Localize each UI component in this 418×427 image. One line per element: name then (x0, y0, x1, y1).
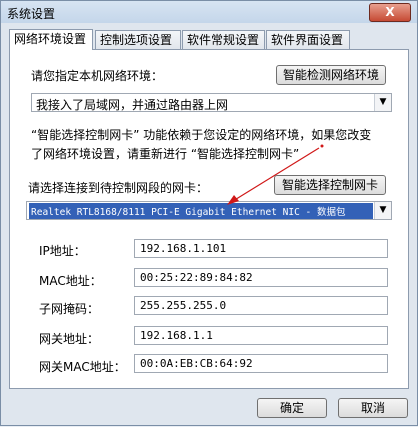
env-prompt-label: 请您指定本机网络环境： (31, 69, 164, 83)
chevron-down-icon[interactable]: ▼ (374, 94, 391, 111)
nic-value: Realtek RTL8168/8111 PCI-E Gigabit Ether… (29, 203, 373, 219)
auto-detect-button[interactable]: 智能检测网络环境 (276, 65, 386, 85)
smart-nic-button[interactable]: 智能选择控制网卡 (274, 175, 386, 195)
ok-button[interactable]: 确定 (257, 398, 327, 418)
network-env-select[interactable]: 我接入了局域网，并通过路由器上网 ▼ (31, 93, 392, 112)
gateway-label: 网关地址： (39, 332, 100, 346)
ip-label: IP地址： (39, 244, 86, 258)
nic-prompt-label: 请选择连接到待控制网段的网卡： (28, 181, 209, 195)
mac-label: MAC地址： (39, 274, 102, 288)
network-env-value: 我接入了局域网，并通过路由器上网 (36, 98, 229, 112)
title-bar[interactable]: 系统设置 X (1, 1, 417, 23)
nic-select[interactable]: Realtek RTL8168/8111 PCI-E Gigabit Ether… (26, 201, 392, 220)
tab-interface-settings[interactable]: 软件界面设置 (266, 30, 350, 49)
ip-field[interactable]: 192.168.1.101 (134, 239, 388, 258)
gateway-mac-field[interactable]: 00:0A:EB:CB:64:92 (134, 354, 388, 373)
gateway-mac-label: 网关MAC地址： (39, 360, 126, 374)
tab-general-settings[interactable]: 软件常规设置 (182, 30, 265, 49)
subnet-mask-field[interactable]: 255.255.255.0 (134, 296, 388, 315)
cancel-button[interactable]: 取消 (338, 398, 408, 418)
note-line-2: 了网络环境设置，请重新进行 “智能选择控制网卡” (31, 147, 300, 161)
settings-dialog: 系统设置 X 网络环境设置 控制选项设置 软件常规设置 软件界面设置 请您指定本… (0, 0, 418, 426)
close-button[interactable]: X (369, 3, 411, 22)
tab-control-options[interactable]: 控制选项设置 (95, 30, 181, 49)
mac-field[interactable]: 00:25:22:89:84:82 (134, 268, 388, 287)
network-settings-panel: 请您指定本机网络环境： 智能检测网络环境 我接入了局域网，并通过路由器上网 ▼ … (9, 49, 409, 389)
chevron-down-icon[interactable]: ▼ (374, 202, 391, 219)
tab-network-settings[interactable]: 网络环境设置 (9, 29, 93, 50)
mask-label: 子网掩码： (39, 302, 100, 316)
note-line-1: “智能选择控制网卡” 功能依赖于您设定的网络环境，如果您改变 (31, 128, 372, 142)
window-title: 系统设置 (7, 7, 56, 21)
gateway-field[interactable]: 192.168.1.1 (134, 326, 388, 345)
